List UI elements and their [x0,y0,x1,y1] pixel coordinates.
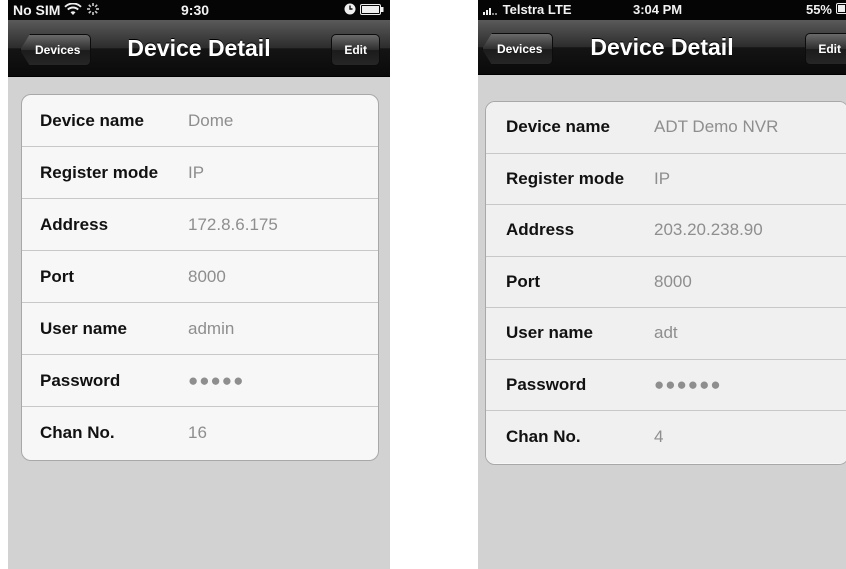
row-label: Address [40,214,109,234]
row-label: Register mode [506,168,625,188]
battery-icon [836,0,846,20]
row-value: 203.20.238.90 [654,220,763,240]
device-name-row[interactable]: Device name ADT Demo NVR [486,102,846,154]
row-label: Register mode [40,162,159,182]
register-mode-row[interactable]: Register mode IP [486,153,846,205]
signal-icon [483,1,499,21]
row-value: Dome [188,110,234,130]
right-device-screen: Telstra LTE 3:04 PM 55% Device Detail De… [478,0,846,569]
row-label: Device name [40,110,144,130]
back-button-devices[interactable]: Devices [482,33,554,65]
clock-icon [344,0,356,20]
row-value: adt [654,323,678,343]
row-label: User name [40,318,127,338]
row-label: Password [506,374,587,394]
row-value: 4 [654,426,664,446]
activity-spinner-icon [86,1,100,21]
row-label: Device name [506,117,610,137]
user-name-row[interactable]: User name admin [22,303,378,355]
carrier-label: No SIM [13,2,61,18]
edit-button[interactable]: Edit [805,33,846,65]
navigation-bar: Device Detail Devices Edit [8,20,390,77]
status-bar: Telstra LTE 3:04 PM 55% [478,0,846,20]
device-name-row[interactable]: Device name Dome [22,95,378,147]
status-time: 3:04 PM [633,2,683,17]
row-value: 8000 [654,271,692,291]
battery-percentage: 55% [805,2,832,17]
back-button-devices[interactable]: Devices [20,34,92,66]
row-value: 172.8.6.175 [188,214,278,234]
row-label: Password [40,370,121,390]
password-masked-value: ●●●●● [188,370,245,390]
row-label: Port [506,271,540,291]
port-row[interactable]: Port 8000 [486,256,846,308]
row-value: 16 [188,423,207,442]
port-row[interactable]: Port 8000 [22,251,378,303]
wifi-icon [64,1,83,21]
row-label: Address [506,220,575,240]
status-bar: No SIM 9:30 [8,0,390,20]
address-row[interactable]: Address 172.8.6.175 [22,199,378,251]
password-row[interactable]: Password ●●●●●● [486,359,846,411]
left-device-screen: No SIM 9:30 Device Detail Devices Edit D… [8,0,390,569]
carrier-label: Telstra LTE [502,2,572,17]
status-time: 9:30 [181,2,210,18]
row-label: Chan No. [506,426,581,446]
battery-icon [360,0,384,20]
chan-no-row[interactable]: Chan No. 16 [22,407,378,459]
row-value: 8000 [188,266,226,286]
device-detail-table: Device name Dome Register mode IP Address 1… [21,94,379,461]
edit-button[interactable]: Edit [331,34,380,66]
row-label: Chan No. [40,423,115,442]
password-row[interactable]: Password ●●●●● [22,355,378,407]
address-row[interactable]: Address 203.20.238.90 [486,205,846,257]
user-name-row[interactable]: User name adt [486,308,846,360]
row-label: User name [506,323,593,343]
row-value: IP [654,168,671,188]
password-masked-value: ●●●●●● [654,374,722,394]
row-value: ADT Demo NVR [654,117,779,137]
register-mode-row[interactable]: Register mode IP [22,147,378,199]
chan-no-row[interactable]: Chan No. 4 [486,411,846,463]
row-label: Port [40,266,74,286]
row-value: admin [188,318,235,338]
navigation-bar: Device Detail Devices Edit [478,20,846,75]
row-value: IP [188,162,205,182]
device-detail-table: Device name ADT Demo NVR Register mode IP … [485,101,846,465]
